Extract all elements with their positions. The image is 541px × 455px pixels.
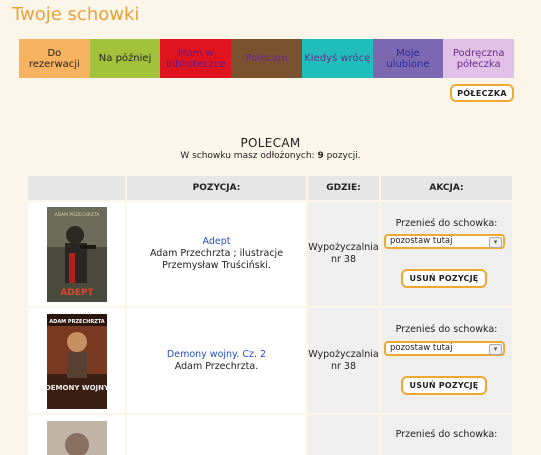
book-title-link[interactable]: Adept — [203, 236, 231, 248]
items-summary: W schowku masz odłożonych: 9 pozycji. — [180, 151, 361, 161]
position-cell: Demony wojny. Cz. 2 Adam Przechrzta. — [127, 308, 306, 413]
move-to-shelf-select[interactable]: pozostaw tutaj ▾ — [384, 234, 505, 249]
header-action: AKCJA: — [381, 176, 512, 200]
position-cell — [127, 415, 306, 455]
table-row: ADAM PRZECHRZTA ADEPT Adept Adam Przechr… — [28, 202, 512, 306]
action-cell: Przenieś do schowka: — [381, 415, 512, 455]
move-label: Przenieś do schowka: — [395, 429, 498, 440]
book-cover-image[interactable]: ADAM PRZECHRZTA DEMONY WOJNY — [47, 314, 107, 409]
table-header: POZYCJA: GDZIE: AKCJA: — [28, 176, 512, 200]
book-description: Adam Przechrzta ; ilustracje Przemysław … — [149, 248, 284, 271]
tab-moje-ulubione[interactable]: Moje ulubione — [372, 39, 444, 78]
book-description: Adam Przechrzta. — [174, 360, 259, 372]
page-title: Twoje schowki — [12, 4, 140, 25]
cover-cell — [28, 415, 125, 455]
location-cell: Wypożyczalnia nr 38 — [308, 202, 379, 306]
action-cell: Przenieś do schowka: pozostaw tutaj ▾ US… — [381, 308, 512, 413]
shelf-button[interactable]: PÓŁECZKA — [450, 84, 514, 102]
section-title: POLECAM — [240, 136, 301, 150]
tab-kiedys-wroce[interactable]: Kiedyś wrócę — [301, 39, 373, 78]
action-cell: Przenieś do schowka: pozostaw tutaj ▾ US… — [381, 202, 512, 306]
table-row: Przenieś do schowka: — [28, 415, 512, 455]
position-cell: Adept Adam Przechrzta ; ilustracje Przem… — [127, 202, 306, 306]
cover-cell: ADAM PRZECHRZTA ADEPT — [28, 202, 125, 306]
table-row: ADAM PRZECHRZTA DEMONY WOJNY Demony wojn… — [28, 308, 512, 413]
tab-polecam[interactable]: Polecam — [231, 39, 302, 78]
move-label: Przenieś do schowka: — [395, 218, 498, 229]
header-position: POZYCJA: — [127, 176, 306, 200]
header-cover — [28, 176, 125, 200]
chevron-down-icon[interactable]: ▾ — [489, 237, 502, 248]
chevron-down-icon[interactable]: ▾ — [489, 344, 502, 355]
location-cell: Wypożyczalnia nr 38 — [308, 308, 379, 413]
book-cover-image[interactable] — [47, 421, 107, 455]
book-title-link[interactable]: Demony wojny. Cz. 2 — [167, 349, 266, 361]
tab-mam-w-biblioteczce[interactable]: Mam w biblioteczce — [160, 39, 232, 78]
cover-title-text: DEMONY WOJNY — [47, 384, 107, 392]
tab-do-rezerwacji[interactable]: Do rezerwacji — [19, 39, 90, 78]
cover-author-text: ADAM PRZECHRZTA — [55, 212, 101, 218]
location-cell — [308, 415, 379, 455]
tab-na-pozniej[interactable]: Na później — [89, 39, 161, 78]
shelf-tabs: Do rezerwacji Na później Mam w bibliotec… — [19, 39, 515, 78]
cover-cell: ADAM PRZECHRZTA DEMONY WOJNY — [28, 308, 125, 413]
move-to-shelf-select[interactable]: pozostaw tutaj ▾ — [384, 341, 505, 356]
remove-item-button[interactable]: USUŃ POZYCJĘ — [401, 376, 487, 395]
cover-title-text: ADEPT — [60, 288, 94, 298]
book-cover-image[interactable]: ADAM PRZECHRZTA ADEPT — [47, 207, 107, 302]
tab-podreczna-poleczka[interactable]: Podręczna półeczka — [443, 39, 515, 78]
header-where: GDZIE: — [308, 176, 379, 200]
move-label: Przenieś do schowka: — [395, 324, 498, 335]
remove-item-button[interactable]: USUŃ POZYCJĘ — [401, 269, 487, 288]
cover-author-text: ADAM PRZECHRZTA — [49, 319, 105, 325]
